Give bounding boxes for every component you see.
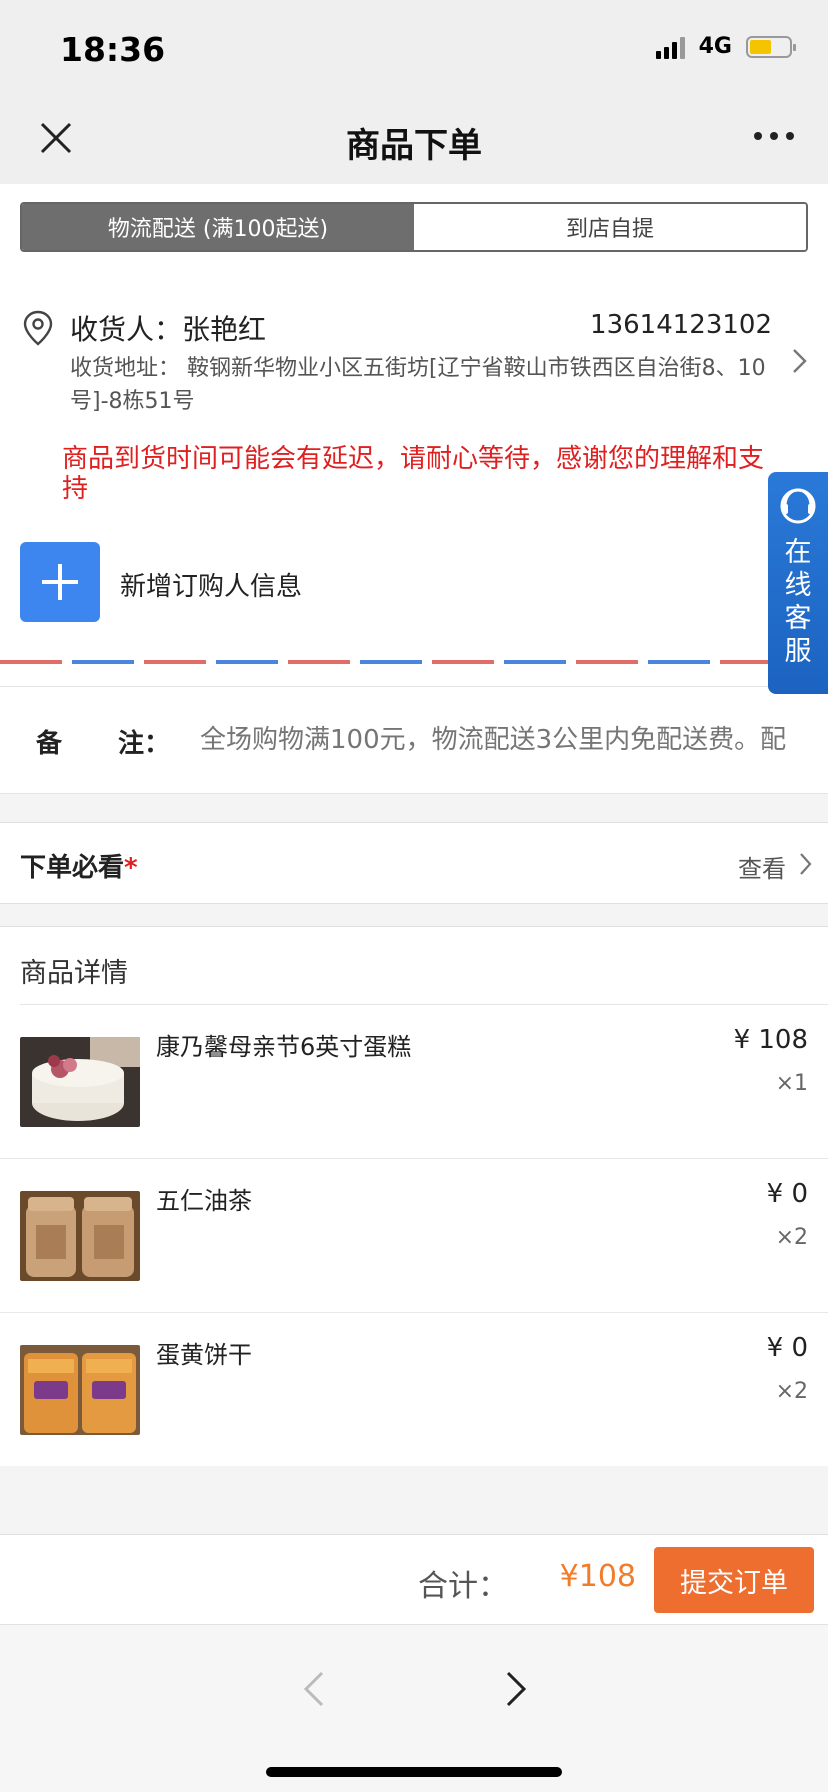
network-type: 4G [698,34,732,59]
delivery-method-switch: 物流配送 (满100起送) 到店自提 [20,202,808,252]
add-buyer-label[interactable]: 新增订购人信息 [120,566,302,603]
product-quantity: ×2 [775,1379,808,1404]
remark-label-b: 注： [118,729,171,759]
product-name: 蛋黄饼干 [156,1341,252,1369]
must-read-view-link[interactable]: 查看 [738,849,786,884]
product-quantity: ×2 [775,1225,808,1250]
delivery-option-pickup[interactable]: 到店自提 [414,204,806,250]
nav-bar: 商品下单 [0,96,828,184]
forward-arrow-icon[interactable] [502,1669,530,1709]
status-bar: 18:36 4G [0,0,828,96]
product-image-cake [20,1037,140,1127]
recipient-name[interactable]: 收货人：张艳红 [70,308,266,348]
total-value: ¥108 [559,1559,636,1594]
product-image-biscuit [20,1345,140,1435]
remark-label-a: 备 [36,729,65,759]
product-name: 五仁油茶 [156,1187,252,1215]
status-time: 18:36 [60,30,166,69]
chevron-right-icon[interactable] [798,851,814,877]
more-icon[interactable] [754,132,794,140]
browser-toolbar [0,1624,828,1792]
must-read-row[interactable]: 下单必看* 查看 [0,822,828,904]
delivery-delay-notice: 商品到货时间可能会有延迟，请耐心等待，感谢您的理解和支持 [62,444,765,504]
page-title: 商品下单 [346,126,482,166]
required-mark: * [124,853,138,883]
must-read-title: 下单必看* [20,853,138,883]
add-buyer-button[interactable] [20,542,100,622]
headset-icon [780,488,816,524]
chevron-right-icon[interactable] [790,346,810,376]
signal-icon [655,35,685,59]
battery-icon [746,35,796,58]
home-indicator[interactable] [266,1767,562,1777]
location-pin-icon [23,310,53,346]
product-image-tea [20,1191,140,1281]
checkout-bar: 合计： ¥108 提交订单 [0,1534,828,1624]
submit-order-button[interactable]: 提交订单 [654,1547,814,1613]
product-item[interactable]: 康乃馨母亲节6英寸蛋糕 ¥ 108 ×1 [0,1005,828,1159]
delivery-option-logistics[interactable]: 物流配送 (满100起送) [22,204,414,250]
remark-row: 备 注： [0,686,828,794]
product-item[interactable]: 蛋黄饼干 ¥ 0 ×2 [0,1313,828,1467]
recipient-phone[interactable]: 13614123102 [590,310,772,340]
online-service-label: 在线客服 [784,537,812,667]
product-quantity: ×1 [775,1071,808,1096]
total-label: 合计： [418,1569,508,1604]
plus-icon [42,564,78,600]
online-service-tab[interactable]: 在线客服 [768,472,828,694]
envelope-stripe-divider [0,660,828,664]
product-name: 康乃馨母亲节6英寸蛋糕 [156,1033,412,1061]
order-header-panel [0,184,828,686]
back-arrow-icon[interactable] [300,1669,328,1709]
product-details-title: 商品详情 [20,958,128,989]
product-price: ¥ 108 [733,1025,808,1055]
remark-input[interactable] [200,715,806,765]
status-indicators: 4G [655,34,796,59]
product-price: ¥ 0 [766,1333,808,1363]
product-item[interactable]: 五仁油茶 ¥ 0 ×2 [0,1159,828,1313]
product-details: 商品详情 康乃馨母亲节6英寸蛋糕 ¥ 108 ×1 五仁油茶 ¥ 0 ×2 蛋黄… [0,926,828,1466]
recipient-address[interactable]: 收货地址： 鞍钢新华物业小区五街坊[辽宁省鞍山市铁西区自治街8、10号]-8栋5… [70,352,770,418]
product-price: ¥ 0 [766,1179,808,1209]
